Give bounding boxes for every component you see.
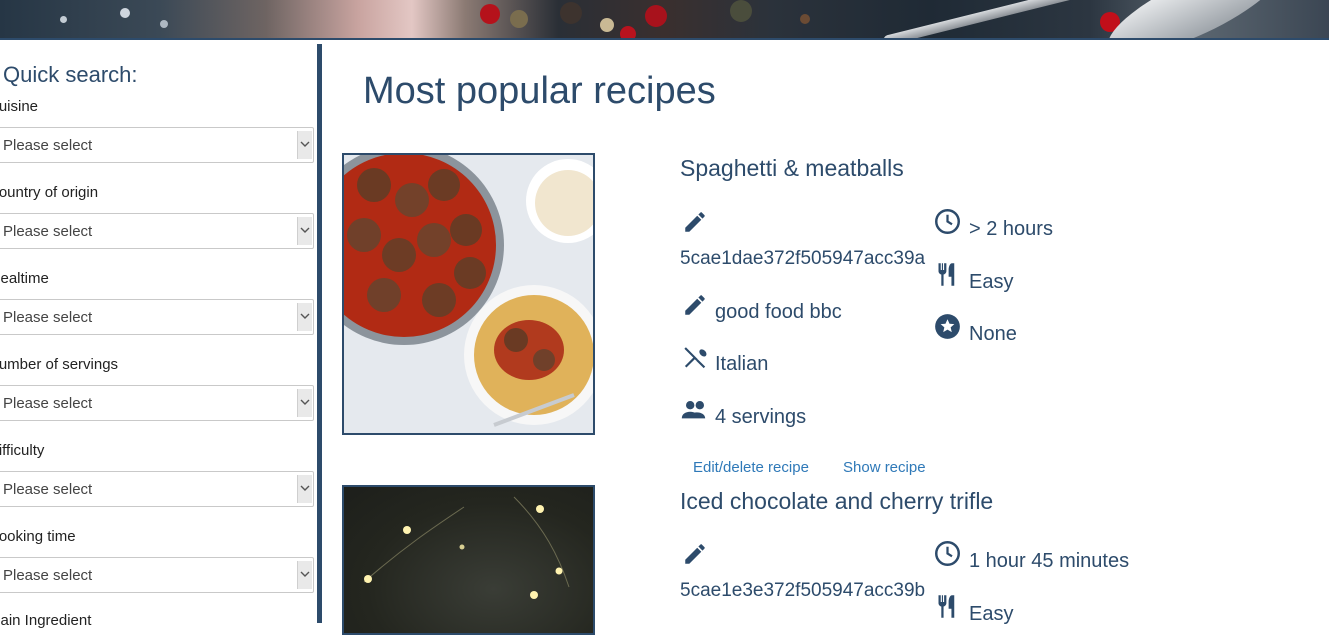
difficulty-label: Difficulty (0, 442, 45, 459)
country-select[interactable]: Please select (0, 213, 314, 249)
cuisine-label: Cuisine (0, 98, 39, 115)
pencil-icon (685, 295, 705, 315)
recipe-title[interactable]: Spaghetti & meatballs (680, 155, 904, 182)
servings-label: Number of servings (0, 356, 119, 373)
utensils-cross-icon (684, 347, 707, 369)
recipe-time: > 2 hours (969, 218, 1053, 240)
mealtime-select[interactable]: Please select (0, 299, 314, 335)
page-title: Most popular recipes (363, 70, 716, 112)
recipe-difficulty: Easy (969, 271, 1014, 293)
chevron-down-icon[interactable] (297, 131, 312, 159)
recipe-title[interactable]: Iced chocolate and cherry trifle (680, 488, 993, 515)
main-ingredient-label: Main Ingredient (0, 612, 92, 629)
cuisine-select[interactable]: Please select (0, 127, 314, 163)
star-icon (935, 314, 960, 339)
chevron-down-icon[interactable] (297, 217, 312, 245)
country-select-value: Please select (3, 223, 93, 240)
recipe-time: 1 hour 45 minutes (969, 550, 1130, 572)
difficulty-select-value: Please select (3, 481, 93, 498)
servings-select-value: Please select (3, 395, 93, 412)
mealtime-label: Mealtime (0, 270, 49, 287)
recipe-author: good food bbc (715, 301, 842, 323)
chevron-down-icon[interactable] (297, 389, 312, 417)
edit-delete-recipe-link[interactable]: Edit/delete recipe (693, 459, 809, 476)
recipe-rating: None (969, 323, 1017, 345)
pencil-icon (685, 212, 705, 232)
chevron-down-icon[interactable] (297, 303, 312, 331)
pencil-icon (685, 544, 705, 564)
clock-icon (935, 209, 960, 234)
cooking-time-label: Cooking time (0, 528, 76, 545)
cuisine-select-value: Please select (3, 137, 93, 154)
show-recipe-link[interactable]: Show recipe (843, 459, 926, 476)
clock-icon (935, 541, 960, 566)
cooking-time-select-value: Please select (3, 567, 93, 584)
difficulty-select[interactable]: Please select (0, 471, 314, 507)
quick-search-title: Quick search: (3, 62, 138, 87)
sidebar-divider (317, 44, 322, 623)
fork-knife-icon (938, 263, 955, 286)
fork-knife-icon (938, 595, 955, 618)
chevron-down-icon[interactable] (297, 561, 312, 589)
country-label: Country of origin (0, 184, 99, 201)
recipe-image[interactable] (342, 153, 595, 435)
recipe-id: 5cae1e3e372f505947acc39b (680, 580, 926, 601)
recipe-image[interactable] (342, 485, 595, 635)
servings-select[interactable]: Please select (0, 385, 314, 421)
mealtime-select-value: Please select (3, 309, 93, 326)
recipe-cuisine: Italian (715, 353, 769, 375)
people-icon (681, 401, 706, 419)
chevron-down-icon[interactable] (297, 475, 312, 503)
recipe-servings: 4 servings (715, 406, 807, 428)
header-banner (0, 0, 1329, 40)
cooking-time-select[interactable]: Please select (0, 557, 314, 593)
recipe-id: 5cae1dae372f505947acc39a (680, 248, 926, 269)
